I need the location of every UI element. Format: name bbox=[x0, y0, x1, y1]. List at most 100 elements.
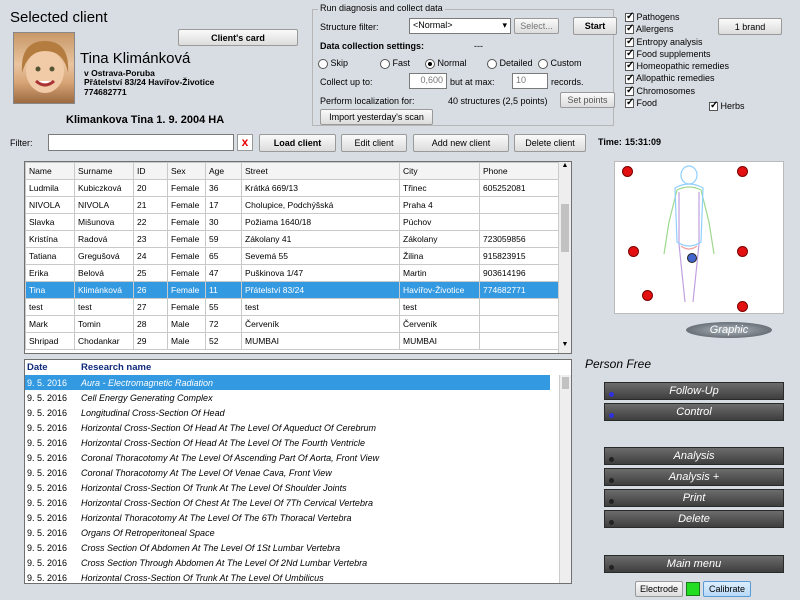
start-button[interactable]: Start bbox=[573, 17, 617, 35]
checkbox-food[interactable] bbox=[625, 97, 634, 110]
checkbox-herbs[interactable] bbox=[709, 100, 718, 112]
list-item[interactable]: 9. 5. 2016 Horizontal Cross-Section Of He… bbox=[25, 420, 550, 435]
column-header[interactable]: Name bbox=[25, 162, 75, 180]
control-button[interactable]: Control bbox=[604, 403, 784, 421]
body-point-center[interactable] bbox=[687, 253, 697, 263]
table-cell: Slavka bbox=[25, 213, 75, 231]
category-homeopathic[interactable]: Homeopathic remedies bbox=[625, 60, 729, 73]
radio-skip[interactable] bbox=[318, 58, 328, 69]
table-row[interactable]: Tatiana Gregušová 24 Female 65 Sevemá 55 Žilin… bbox=[25, 247, 559, 265]
radio-detailed[interactable] bbox=[487, 58, 497, 69]
radio-normal[interactable] bbox=[425, 58, 435, 69]
list-item[interactable]: 9. 5. 2016 Aura - Electromagnetic Radiati… bbox=[25, 375, 550, 390]
table-row[interactable]: Tina Klimánková 26 Female 11 Přátelství 83/24… bbox=[25, 281, 559, 299]
list-item[interactable]: 9. 5. 2016 Longitudinal Cross-Section Of … bbox=[25, 405, 550, 420]
table-row[interactable]: Shripad Chodankar 29 Male 52 MUMBAI MUMBAI bbox=[25, 332, 559, 350]
filter-input[interactable] bbox=[48, 134, 234, 151]
column-header[interactable]: Street bbox=[241, 162, 400, 180]
body-point-4[interactable] bbox=[737, 246, 748, 257]
list-item[interactable]: 9. 5. 2016 Cross Section Of Abdomen At Th… bbox=[25, 540, 550, 555]
category-chromosomes[interactable]: Chromosomes bbox=[625, 85, 729, 97]
checkbox-allopathic[interactable] bbox=[625, 73, 634, 85]
checkbox-allergens[interactable] bbox=[625, 23, 634, 36]
delete-research-button[interactable]: Delete bbox=[604, 510, 784, 528]
checkbox-chromosomes[interactable] bbox=[625, 85, 634, 97]
list-item[interactable]: 9. 5. 2016 Organs Of Retroperitoneal Spac… bbox=[25, 525, 550, 540]
follow-up-button[interactable]: Follow-Up bbox=[604, 382, 784, 400]
body-point-1[interactable] bbox=[622, 166, 633, 177]
edit-client-button[interactable]: Edit client bbox=[341, 134, 407, 152]
checkbox-entropy[interactable] bbox=[625, 36, 634, 48]
column-header[interactable]: Phone bbox=[479, 162, 559, 180]
set-points-button[interactable]: Set points bbox=[560, 92, 615, 108]
list-item[interactable]: 9. 5. 2016 Cross Section Through Abdomen … bbox=[25, 555, 550, 570]
list-item[interactable]: 9. 5. 2016 Coronal Thoracotomy At The Lev… bbox=[25, 465, 550, 480]
list-item[interactable]: 9. 5. 2016 Cell Energy Generating Complex bbox=[25, 390, 550, 405]
category-allopathic[interactable]: Allopathic remedies bbox=[625, 72, 729, 85]
mode-fast[interactable]: Fast bbox=[380, 58, 410, 69]
chevron-up-icon[interactable]: ▲ bbox=[559, 162, 571, 174]
chevron-down-icon[interactable]: ▼ bbox=[559, 341, 571, 353]
mode-detailed[interactable]: Detailed bbox=[487, 58, 533, 69]
table-row[interactable]: Mark Tomin 28 Male 72 Červeník Červeník bbox=[25, 315, 559, 333]
column-header[interactable]: ID bbox=[133, 162, 168, 180]
client-table-scroll-thumb[interactable] bbox=[561, 204, 569, 252]
print-button[interactable]: Print bbox=[604, 489, 784, 507]
body-point-5[interactable] bbox=[642, 290, 653, 301]
list-item[interactable]: 9. 5. 2016 Horizontal Thoracotomy At The … bbox=[25, 510, 550, 525]
checkbox-supplements[interactable] bbox=[625, 48, 634, 60]
radio-custom[interactable] bbox=[538, 58, 548, 69]
radio-fast[interactable] bbox=[380, 58, 390, 69]
table-row[interactable]: NIVOLA NIVOLA 21 Female 17 Cholupice, Podchýš… bbox=[25, 196, 559, 214]
column-header[interactable]: Surname bbox=[74, 162, 134, 180]
body-point-3[interactable] bbox=[628, 246, 639, 257]
mode-custom[interactable]: Custom bbox=[538, 58, 582, 69]
column-header[interactable]: Age bbox=[205, 162, 242, 180]
checkbox-homeopathic[interactable] bbox=[625, 60, 634, 73]
graphic-button[interactable]: Graphic bbox=[686, 322, 772, 338]
body-graphic-panel[interactable] bbox=[614, 161, 784, 314]
analysis-plus-button[interactable]: Analysis + bbox=[604, 468, 784, 486]
mode-skip[interactable]: Skip bbox=[318, 58, 348, 69]
list-item[interactable]: 9. 5. 2016 Horizontal Cross-Section Of Ch… bbox=[25, 495, 550, 510]
table-row[interactable]: Erika Belová 25 Female 47 Puškinova 1/47 Marti… bbox=[25, 264, 559, 282]
list-item[interactable]: 9. 5. 2016 Horizontal Cross-Section Of Tr… bbox=[25, 570, 550, 583]
list-item[interactable]: 9. 5. 2016 Coronal Thoracotomy At The Lev… bbox=[25, 450, 550, 465]
add-client-button[interactable]: Add new client bbox=[413, 134, 509, 152]
delete-client-button[interactable]: Delete client bbox=[514, 134, 586, 152]
max-input[interactable]: 10 bbox=[512, 73, 548, 89]
import-scan-button[interactable]: Import yesterday's scan bbox=[320, 109, 433, 125]
load-client-button[interactable]: Load client bbox=[259, 134, 336, 152]
analysis-button[interactable]: Analysis bbox=[604, 447, 784, 465]
table-row[interactable]: Kristína Radová 23 Female 59 Zákolany 41 Zákol… bbox=[25, 230, 559, 248]
select-button[interactable]: Select... bbox=[514, 18, 559, 34]
research-scroll-thumb[interactable] bbox=[562, 377, 569, 389]
checkbox-pathogens[interactable] bbox=[625, 11, 634, 23]
table-row[interactable]: test test 27 Female 55 test test bbox=[25, 298, 559, 316]
list-item[interactable]: 9. 5. 2016 Horizontal Cross-Section Of Tr… bbox=[25, 480, 550, 495]
research-scrollbar[interactable] bbox=[559, 375, 571, 583]
mode-normal[interactable]: Normal bbox=[425, 58, 467, 69]
body-point-2[interactable] bbox=[737, 166, 748, 177]
category-allergens[interactable]: Allergens bbox=[625, 23, 729, 36]
category-pathogens[interactable]: Pathogens bbox=[625, 11, 729, 23]
main-menu-button[interactable]: Main menu bbox=[604, 555, 784, 573]
category-entropy[interactable]: Entropy analysis bbox=[625, 36, 729, 48]
list-item[interactable]: 9. 5. 2016 Horizontal Cross-Section Of He… bbox=[25, 435, 550, 450]
column-header[interactable]: City bbox=[399, 162, 480, 180]
research-date: 9. 5. 2016 bbox=[27, 452, 68, 463]
category-herbs[interactable]: Herbs bbox=[709, 100, 745, 112]
clear-filter-icon[interactable]: x bbox=[237, 134, 253, 151]
client-table-scrollbar[interactable]: ▲ ▼ bbox=[558, 162, 571, 353]
category-supplements[interactable]: Food supplements bbox=[625, 48, 729, 60]
structure-filter-select[interactable]: <Normal> ▾ bbox=[409, 18, 511, 34]
body-point-6[interactable] bbox=[737, 301, 748, 312]
clients-card-button[interactable]: Client's card bbox=[178, 29, 298, 46]
table-row[interactable]: Ludmila Kubiczková 20 Female 36 Krátká 669/13… bbox=[25, 179, 559, 197]
electrode-button[interactable]: Electrode bbox=[635, 581, 683, 597]
column-header[interactable]: Sex bbox=[167, 162, 206, 180]
table-row[interactable]: Slavka Mišunova 22 Female 30 Požiama 1640/18 P… bbox=[25, 213, 559, 231]
collect-input[interactable]: 0,600 bbox=[409, 73, 447, 89]
brand-button[interactable]: 1 brand bbox=[718, 18, 782, 35]
calibrate-button[interactable]: Calibrate bbox=[703, 581, 751, 597]
